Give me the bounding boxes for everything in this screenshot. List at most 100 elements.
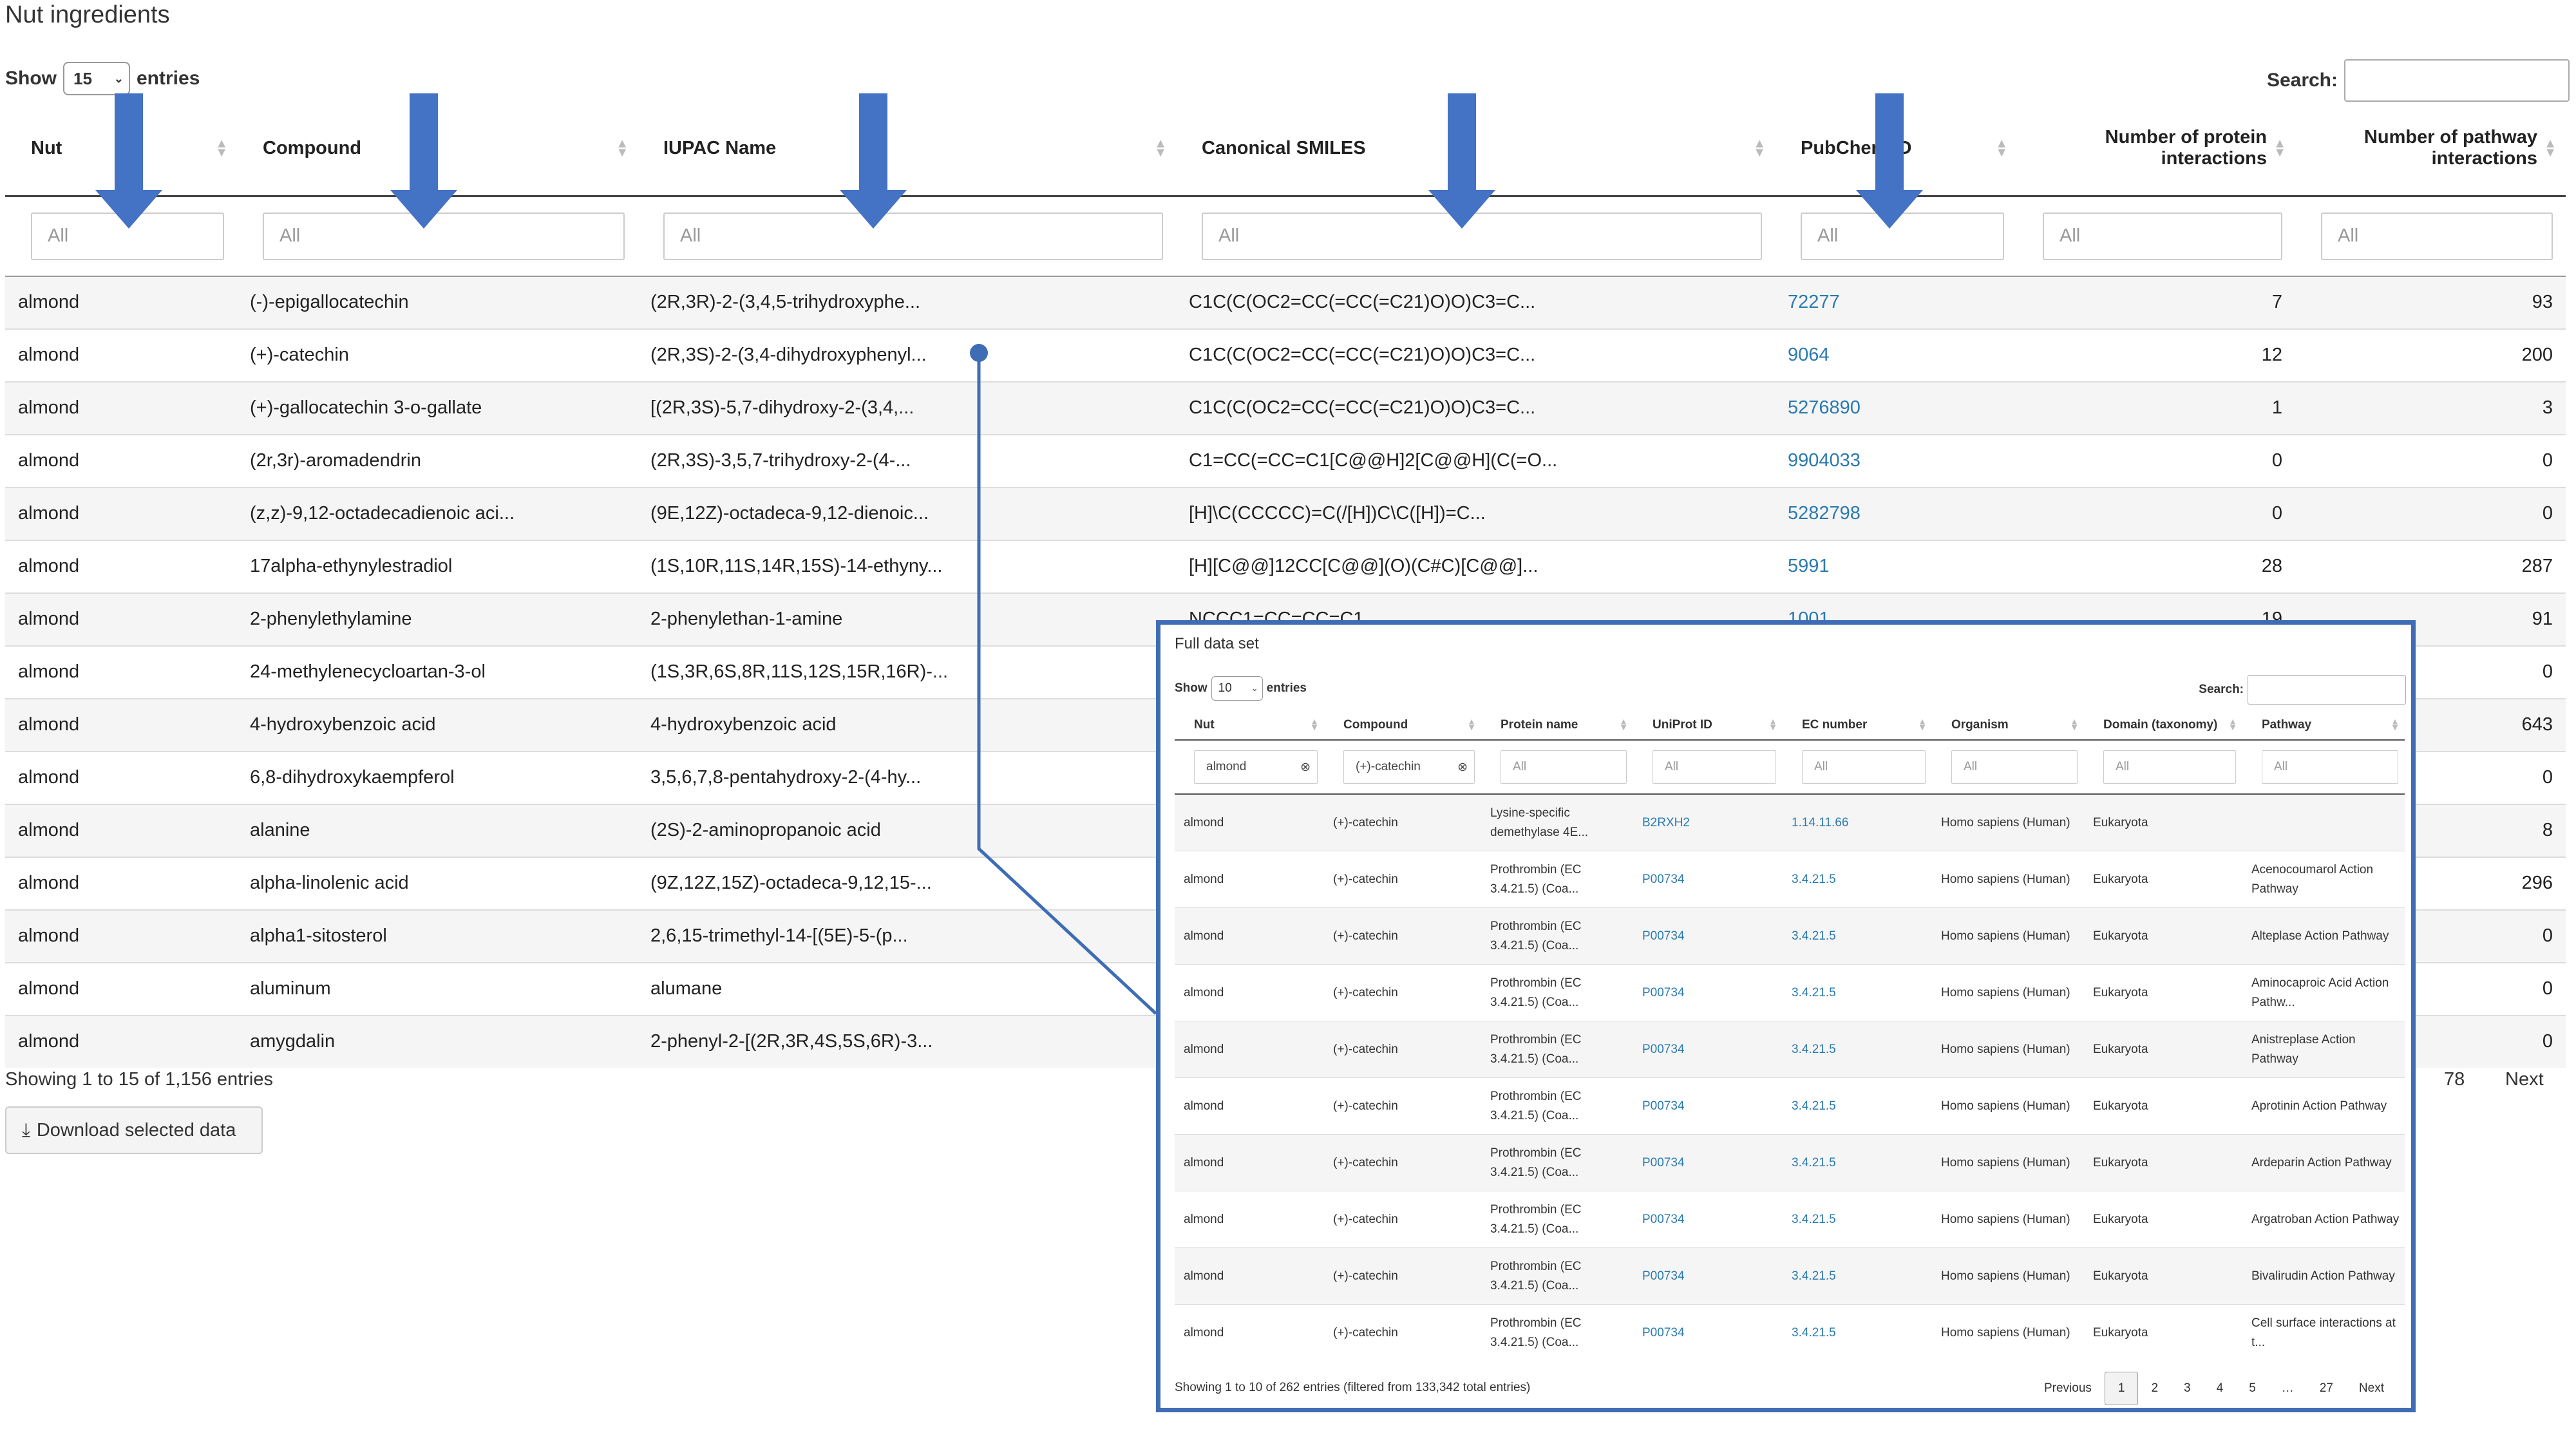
uniprot-link[interactable]: B2RXH2 [1642,816,1690,829]
table-cell: alanine [237,803,638,857]
uniprot-link[interactable]: P00734 [1642,1099,1685,1113]
pubchem-link[interactable]: 9064 [1788,345,1830,365]
column-header[interactable]: EC number ▲ ▼ [1783,711,1932,741]
page-button[interactable]: 2 [2138,1372,2171,1405]
ec-number-link[interactable]: 3.4.21.5 [1792,1156,1836,1170]
uniprot-link[interactable]: P00734 [1642,1156,1685,1170]
sort-icon: ▲ ▼ [215,137,228,160]
table-cell: Eukaryota [2084,793,2242,851]
column-header[interactable]: Organism ▲ ▼ [1932,711,2084,741]
column-header[interactable]: Nut ▲ ▼ [1175,711,1324,741]
column-filter-input[interactable]: All [2043,212,2282,260]
column-header[interactable]: Number of pathway interactions ▲ ▼ [2295,102,2566,197]
ec-number-link[interactable]: 3.4.21.5 [1792,1213,1836,1226]
table-cell: 3.4.21.5 [1783,1191,1932,1248]
table-cell: almond [5,381,237,435]
pubchem-link[interactable]: 5276890 [1788,397,1861,418]
arrow-down-icon [95,93,162,229]
next-page-button[interactable]: Next [2505,1069,2544,1090]
download-label: Download selected data [36,1119,236,1141]
filter-cell: All [1932,740,2084,795]
table-cell: P00734 [1633,964,1783,1021]
ec-number-link[interactable]: 3.4.21.5 [1792,873,1836,886]
page-button-last[interactable]: 78 [2444,1069,2465,1090]
ec-number-link[interactable]: 3.4.21.5 [1792,1043,1836,1056]
column-header[interactable]: UniProt ID ▲ ▼ [1633,711,1783,741]
next-page-button[interactable]: Next [2346,1372,2397,1405]
clear-icon[interactable]: ⊗ [1300,760,1311,775]
column-filter-input[interactable]: All [1653,750,1776,784]
column-header-label: Nut [31,137,62,158]
full-data-table: Nut ▲ ▼ Compound ▲ ▼ Protein name ▲ ▼ UniProt ID ▲… [1175,711,2405,1361]
uniprot-link[interactable]: P00734 [1642,1326,1685,1340]
ec-number-link[interactable]: 3.4.21.5 [1792,1269,1836,1283]
search-input[interactable] [2344,59,2570,102]
pubchem-link[interactable]: 5991 [1788,556,1830,576]
column-header[interactable]: Compound ▲ ▼ [1324,711,1481,741]
ec-number-link[interactable]: 3.4.21.5 [1792,929,1836,943]
pubchem-link[interactable]: 9904033 [1788,450,1861,471]
show-label: Show [1175,681,1208,695]
column-filter-input[interactable]: All [2321,212,2553,260]
column-header-label: Pathway [2262,718,2312,732]
previous-page-button[interactable]: Previous [2031,1372,2105,1405]
chevron-down-icon: ⌄ [1251,683,1258,693]
pubchem-link[interactable]: 5282798 [1788,503,1861,524]
column-header-label: Domain (taxonomy) [2103,718,2218,732]
page-button[interactable]: 3 [2171,1372,2204,1405]
sort-icon: ▲ ▼ [2273,137,2286,160]
entries-value: 10 [1218,681,1232,695]
column-filter-input[interactable]: (+)-catechin ⊗ [1343,750,1475,784]
clear-icon[interactable]: ⊗ [1457,760,1468,775]
uniprot-link[interactable]: P00734 [1642,873,1685,886]
column-header[interactable]: IUPAC Name ▲ ▼ [638,102,1176,197]
entries-select[interactable]: 15 ⌄ [63,62,130,95]
download-button[interactable]: ⤓ Download selected data [5,1106,263,1154]
column-filter-input[interactable]: All [2103,750,2236,784]
table-cell: 3.4.21.5 [1783,1134,1932,1191]
column-header[interactable]: Domain (taxonomy) ▲ ▼ [2084,711,2242,741]
ec-number-link[interactable]: 3.4.21.5 [1792,986,1836,999]
table-cell: Prothrombin (EC 3.4.21.5) (Coa... [1481,1021,1633,1078]
uniprot-link[interactable]: P00734 [1642,986,1685,999]
page-button[interactable]: 4 [2204,1372,2237,1405]
column-header-label: EC number [1802,718,1868,732]
sort-icon: ▲ ▼ [2070,716,2079,732]
table-cell: 2-phenylethylamine [237,592,638,646]
table-cell: Eukaryota [2084,964,2242,1021]
uniprot-link[interactable]: P00734 [1642,929,1685,943]
page-button[interactable]: … [2269,1372,2307,1405]
column-filter-input[interactable]: All [1802,750,1926,784]
page-button[interactable]: 27 [2307,1372,2346,1405]
search-input[interactable] [2248,675,2406,705]
table-cell: almond [1175,1021,1324,1078]
table-cell: almond [5,592,237,646]
page-button[interactable]: 5 [2236,1372,2269,1405]
uniprot-link[interactable]: P00734 [1642,1269,1685,1283]
column-filter-input[interactable]: All [1501,750,1627,784]
table-cell: Eukaryota [2084,1247,2242,1305]
uniprot-link[interactable]: P00734 [1642,1043,1685,1056]
table-cell: almond [1175,793,1324,851]
table-row: almond (-)-epigallocatechin (2R,3R)-2-(3,4… [5,275,2566,329]
table-cell: Eukaryota [2084,851,2242,908]
column-header[interactable]: Number of protein interactions ▲ ▼ [2017,102,2295,197]
column-filter-input[interactable]: almond ⊗ [1194,750,1318,784]
column-filter-input[interactable]: All [663,212,1163,260]
column-filter-input[interactable]: All [2262,750,2398,784]
ec-number-link[interactable]: 3.4.21.5 [1792,1099,1836,1113]
page-button[interactable]: 1 [2104,1372,2139,1405]
column-header[interactable]: Pathway ▲ ▼ [2242,711,2405,741]
entries-select[interactable]: 10 ⌄ [1211,676,1263,701]
ec-number-link[interactable]: 3.4.21.5 [1792,1326,1836,1340]
ec-number-link[interactable]: 1.14.11.66 [1792,816,1848,829]
uniprot-link[interactable]: P00734 [1642,1213,1685,1226]
column-filter-input[interactable]: All [1951,750,2078,784]
column-header-label: Compound [1343,718,1408,732]
table-row: almond (+)-catechin Prothrombin (EC 3.4.21… [1175,1134,2405,1191]
arrow-down-icon [840,93,907,229]
column-header[interactable]: Protein name ▲ ▼ [1481,711,1633,741]
table-cell: Homo sapiens (Human) [1932,1077,2084,1135]
column-header-label: Organism [1951,718,2009,732]
pubchem-link[interactable]: 72277 [1788,292,1840,312]
